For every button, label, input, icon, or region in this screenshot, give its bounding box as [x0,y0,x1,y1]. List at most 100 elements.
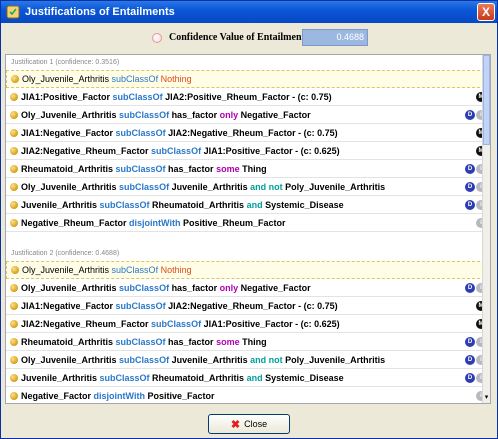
axiom-token: JIA2:Negative_Rheum_Factor - (c: 0.75) [165,127,338,138]
axiom-token: Juvenile_Arthritis [21,372,100,383]
axiom-bullet-icon [11,266,19,274]
window-close-button[interactable]: X [477,3,495,21]
description-badge-icon[interactable]: D [465,283,475,293]
description-badge-icon[interactable]: D [465,373,475,383]
axiom-token: has_factor [165,336,217,347]
axiom-row[interactable]: Oly_Juvenile_Arthritis subClassOf Juveni… [6,351,490,369]
axiom-token: Oly_Juvenile_Arthritis [21,282,120,293]
axiom-row[interactable]: JIA1:Positive_Factor subClassOf JIA2:Pos… [6,88,490,106]
button-bar: ✖ Close [1,406,497,438]
axiom-row[interactable]: JIA1:Negative_Factor subClassOf JIA2:Neg… [6,124,490,142]
axiom-text: JIA1:Negative_Factor subClassOf JIA2:Neg… [21,301,338,311]
axiom-token: subClassOf [119,354,170,365]
axiom-bullet-icon [10,218,18,227]
description-badge-icon[interactable]: D [465,164,475,174]
axiom-bullet-icon [10,355,18,364]
axiom-token: subClassOf [115,336,166,347]
axiom-row[interactable]: Oly_Juvenile_Arthritis subClassOf Juveni… [6,178,490,196]
axiom-text: Rheumatoid_Arthritis subClassOf has_fact… [21,164,267,174]
axiom-token: Poly_Juvenile_Arthritis [282,354,386,365]
axiom-text: JIA1:Negative_Factor subClassOf JIA2:Neg… [21,128,338,138]
axiom-text: Rheumatoid_Arthritis subClassOf has_fact… [21,337,267,347]
axiom-token: JIA1:Positive_Factor [21,91,113,102]
axiom-text: JIA1:Positive_Factor subClassOf JIA2:Pos… [21,92,332,102]
axiom-text: Oly_Juvenile_Arthritis subClassOf has_fa… [21,283,311,293]
axiom-token: subClassOf [119,282,170,293]
axiom-token: Oly_Juvenile_Arthritis [21,181,120,192]
axiom-token: disjointWith [93,390,145,401]
axiom-row[interactable]: Oly_Juvenile_Arthritis subClassOf has_fa… [6,106,490,124]
axiom-token: JIA1:Positive_Factor - (c: 0.625) [201,318,340,329]
entailment-row[interactable]: Oly_Juvenile_Arthritis subClassOf Nothin… [6,70,490,88]
justifications-dialog: Justifications of Entailments X Confiden… [0,0,498,439]
axiom-row[interactable]: Rheumatoid_Arthritis subClassOf has_fact… [6,333,490,351]
justification-list-content: Justification 1 (confidence: 0.3516) Oly_… [6,55,490,403]
axiom-text: JIA2:Negative_Rheum_Factor subClassOf JI… [21,319,340,329]
axiom-token: JIA1:Negative_Factor [21,300,116,311]
axiom-token: Positive_Rheum_Factor [180,217,286,228]
axiom-text: Negative_Rheum_Factor disjointWith Posit… [21,218,286,228]
vertical-scrollbar[interactable]: ▾ [482,55,490,403]
axiom-token: subClassOf [112,91,163,102]
axiom-token: Oly_Juvenile_Arthritis [22,265,112,275]
axiom-bullet-icon [10,301,18,310]
description-badge-icon[interactable]: D [465,355,475,365]
close-button[interactable]: ✖ Close [208,414,290,434]
axiom-token: Juvenile_Arthritis [21,199,100,210]
axiom-row[interactable]: Juvenile_Arthritis subClassOf Rheumatoid… [6,196,490,214]
axiom-token: and not [250,354,283,365]
justification-header: Justification 2 (confidence: 0.4688) [11,250,120,257]
axiom-token: Nothing [160,74,192,84]
axiom-token: Rheumatoid_Arthritis [21,336,116,347]
axiom-row[interactable]: Rheumatoid_Arthritis subClassOf has_fact… [6,160,490,178]
entailment-text: Oly_Juvenile_Arthritis subClassOf Nothin… [22,265,192,275]
axiom-token: Negative_Factor [21,390,94,401]
axiom-row[interactable]: JIA2:Negative_Rheum_Factor subClassOf JI… [6,315,490,333]
axiom-token: Rheumatoid_Arthritis [149,199,247,210]
title-bar[interactable]: Justifications of Entailments X [1,1,497,23]
axiom-bullet-icon [10,128,18,137]
axiom-token: and [246,372,263,383]
axiom-token: Thing [239,336,267,347]
axiom-token: Rheumatoid_Arthritis [149,372,247,383]
axiom-token: Negative_Rheum_Factor [21,217,130,228]
confidence-value-field[interactable]: 0.4688 [302,29,368,46]
axiom-bullet-icon [10,373,18,382]
axiom-token: has_factor [169,109,220,120]
axiom-row[interactable]: Juvenile_Arthritis subClassOf Rheumatoid… [6,369,490,387]
entailment-row[interactable]: Oly_Juvenile_Arthritis subClassOf Nothin… [6,261,490,279]
axiom-row[interactable]: Oly_Juvenile_Arthritis subClassOf has_fa… [6,279,490,297]
axiom-row[interactable]: JIA2:Negative_Rheum_Factor subClassOf JI… [6,142,490,160]
axiom-token: disjointWith [129,217,181,228]
axiom-token: subClassOf [151,145,202,156]
description-badge-icon[interactable]: D [465,337,475,347]
description-badge-icon[interactable]: D [465,200,475,210]
axiom-bullet-icon [11,75,19,83]
description-badge-icon[interactable]: D [465,110,475,120]
axiom-row[interactable]: Negative_Rheum_Factor disjointWith Posit… [6,214,490,232]
axiom-row[interactable]: JIA1:Negative_Factor subClassOf JIA2:Neg… [6,297,490,315]
axiom-token: JIA2:Negative_Rheum_Factor [21,145,152,156]
axiom-token: Poly_Juvenile_Arthritis [282,181,386,192]
justification-header: Justification 1 (confidence: 0.3516) [11,59,120,66]
shield-icon [6,5,20,19]
confidence-radio[interactable] [152,33,162,43]
axiom-token: only [219,109,239,120]
axiom-token: Juvenile_Arthritis [169,354,251,365]
axiom-token: subClassOf [115,127,166,138]
axiom-token: Oly_Juvenile_Arthritis [21,109,120,120]
confidence-label: Confidence Value of Entailment: [169,32,309,43]
axiom-token: and [246,199,263,210]
axiom-token: has_factor [169,282,220,293]
axiom-token: subClassOf [99,372,150,383]
description-badge-icon[interactable]: D [465,182,475,192]
justification-list[interactable]: Justification 1 (confidence: 0.3516) Oly_… [5,54,491,404]
axiom-row[interactable]: Negative_Factor disjointWith Positive_Fa… [6,387,490,403]
axiom-text: JIA2:Negative_Rheum_Factor subClassOf JI… [21,146,340,156]
axiom-token: JIA2:Negative_Rheum_Factor - (c: 0.75) [165,300,338,311]
scrollbar-thumb[interactable] [483,55,490,145]
scroll-down-arrow-icon[interactable]: ▾ [483,393,490,403]
axiom-token: Oly_Juvenile_Arthritis [22,74,112,84]
axiom-token: JIA2:Positive_Rheum_Factor - (c: 0.75) [162,91,332,102]
